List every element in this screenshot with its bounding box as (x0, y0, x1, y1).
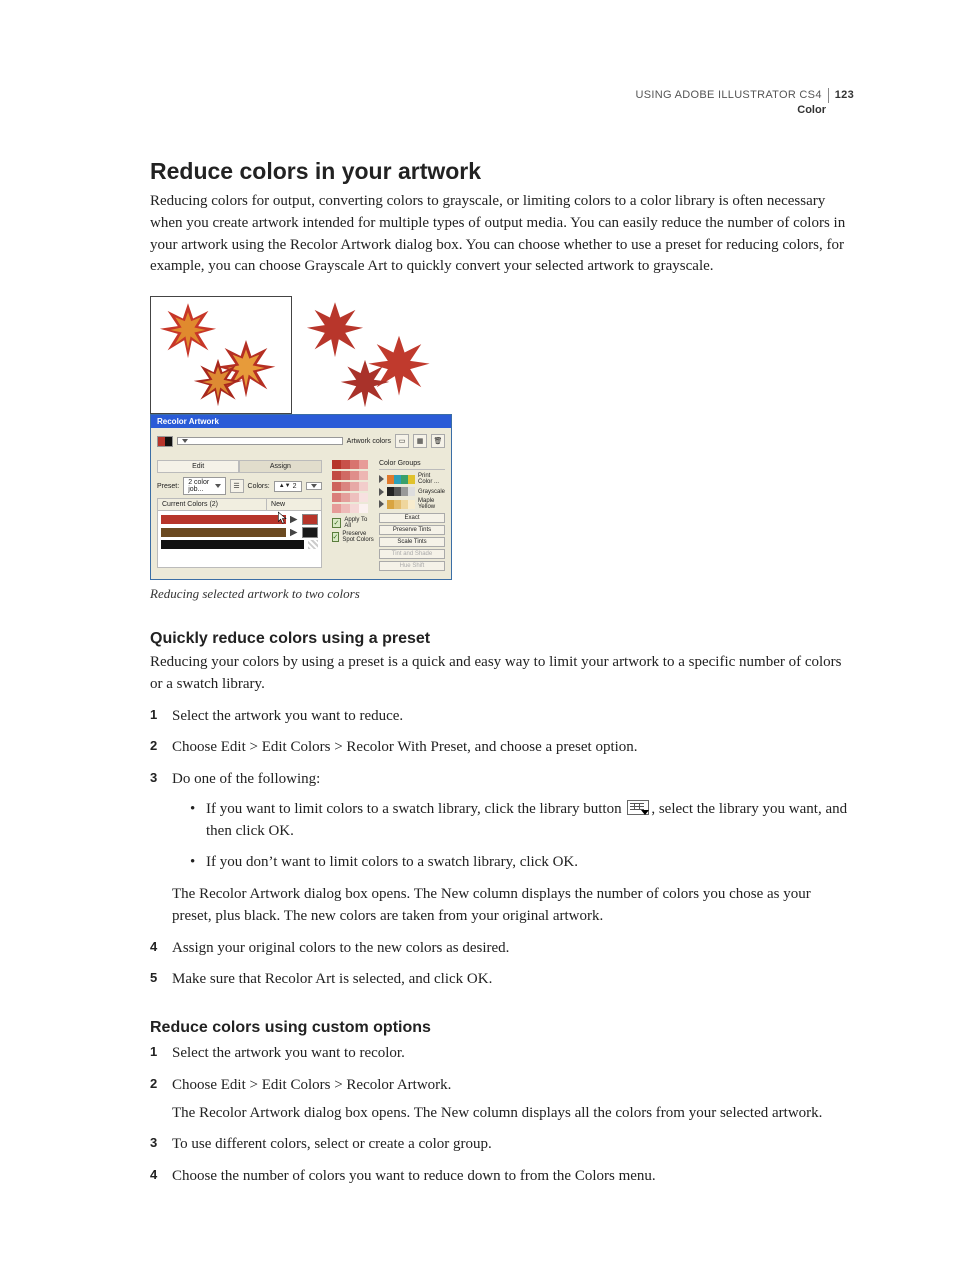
artwork-colors-label: Artwork colors (347, 438, 391, 445)
preserve-tints-button[interactable]: Preserve Tints (379, 525, 445, 535)
color-row[interactable] (161, 514, 318, 525)
artboard-after (298, 296, 448, 412)
figure-caption: Reducing selected artwork to two colors (150, 586, 854, 602)
colors-dropdown[interactable] (306, 482, 322, 490)
custom-steps: Select the artwork you want to recolor. … (150, 1043, 854, 1188)
step-item: Select the artwork you want to recolor. (150, 1043, 854, 1065)
hue-shift-button[interactable]: Hue Shift (379, 561, 445, 571)
excluded-icon (308, 540, 318, 549)
disclosure-icon (379, 475, 384, 483)
preset-options-icon[interactable]: ☰ (230, 479, 244, 493)
running-header: USING ADOBE ILLUSTRATOR CS4 123 Color (636, 88, 854, 118)
apply-all-checkbox[interactable]: ✓Apply To All (332, 517, 375, 529)
recolor-artwork-dialog: Recolor Artwork Artwork colors ▭ ▦ 🗑 Edi… (150, 414, 452, 580)
section-heading-preset: Quickly reduce colors using a preset (150, 630, 854, 648)
delete-group-icon[interactable]: 🗑 (431, 434, 445, 448)
section-heading-custom: Reduce colors using custom options (150, 1019, 854, 1037)
assign-tab[interactable]: Assign (239, 460, 321, 473)
new-group-icon[interactable]: ▦ (413, 434, 427, 448)
colors-label: Colors: (248, 483, 270, 490)
dialog-title: Recolor Artwork (151, 415, 451, 428)
scale-tints-button[interactable]: Scale Tints (379, 537, 445, 547)
page-title: Reduce colors in your artwork (150, 158, 854, 185)
step-text: Do one of the following: (172, 771, 320, 787)
color-assignment-list (157, 511, 322, 568)
preset-dropdown[interactable]: 2 color job... (183, 477, 225, 495)
disclosure-icon (379, 488, 384, 496)
color-group-row[interactable]: Print Color ... (379, 473, 445, 485)
section1-intro: Reducing your colors by using a preset i… (150, 652, 854, 696)
colors-stepper[interactable]: ▲▼2 (274, 481, 302, 492)
new-colors-header: New (266, 499, 320, 510)
step-text: Choose Edit > Edit Colors > Recolor Artw… (172, 1077, 451, 1093)
artboard-before (150, 296, 292, 414)
assign-arrow-icon[interactable] (290, 529, 298, 537)
tint-preview: ✓Apply To All ✓Preserve Spot Colors (332, 460, 375, 573)
current-colors-header: Current Colors (2) (158, 499, 266, 510)
active-swatch[interactable] (157, 436, 173, 447)
header-section: Color (636, 103, 854, 118)
color-group-row[interactable]: Maple Yellow (379, 498, 445, 510)
color-groups-header: Color Groups (379, 460, 445, 470)
library-button-icon (627, 800, 649, 815)
intro-paragraph: Reducing colors for output, converting c… (150, 191, 854, 278)
edit-tab[interactable]: Edit (157, 460, 239, 473)
color-group-row[interactable]: Grayscale (379, 487, 445, 496)
step-item: Choose Edit > Edit Colors > Recolor Artw… (150, 1075, 854, 1125)
preserve-spot-checkbox[interactable]: ✓Preserve Spot Colors (332, 531, 375, 543)
step-item: Choose Edit > Edit Colors > Recolor With… (150, 737, 854, 759)
figure: Recolor Artwork Artwork colors ▭ ▦ 🗑 Edi… (150, 296, 854, 602)
tint-shade-button[interactable]: Tint and Shade (379, 549, 445, 559)
step-item: To use different colors, select or creat… (150, 1134, 854, 1156)
artwork-colors-dropdown[interactable] (177, 437, 343, 445)
bullet-text: If you want to limit colors to a swatch … (206, 801, 625, 817)
step-item: Choose the number of colors you want to … (150, 1166, 854, 1188)
step-item: Assign your original colors to the new c… (150, 938, 854, 960)
bullet-item: If you don’t want to limit colors to a s… (190, 852, 854, 874)
page-number: 123 (828, 88, 854, 103)
save-group-icon[interactable]: ▭ (395, 434, 409, 448)
header-product: USING ADOBE ILLUSTRATOR CS4 (636, 89, 822, 101)
color-row[interactable] (161, 540, 318, 549)
preset-steps: Select the artwork you want to reduce. C… (150, 706, 854, 992)
assign-arrow-icon[interactable] (290, 516, 298, 524)
step-item: Do one of the following: If you want to … (150, 769, 854, 928)
step-note: The Recolor Artwork dialog box opens. Th… (172, 884, 854, 928)
step-item: Make sure that Recolor Art is selected, … (150, 969, 854, 991)
color-row[interactable] (161, 527, 318, 538)
step-note: The Recolor Artwork dialog box opens. Th… (172, 1103, 854, 1125)
bullet-item: If you want to limit colors to a swatch … (190, 799, 854, 843)
exact-button[interactable]: Exact (379, 513, 445, 523)
preset-label: Preset: (157, 483, 179, 490)
disclosure-icon (379, 500, 384, 508)
step-item: Select the artwork you want to reduce. (150, 706, 854, 728)
